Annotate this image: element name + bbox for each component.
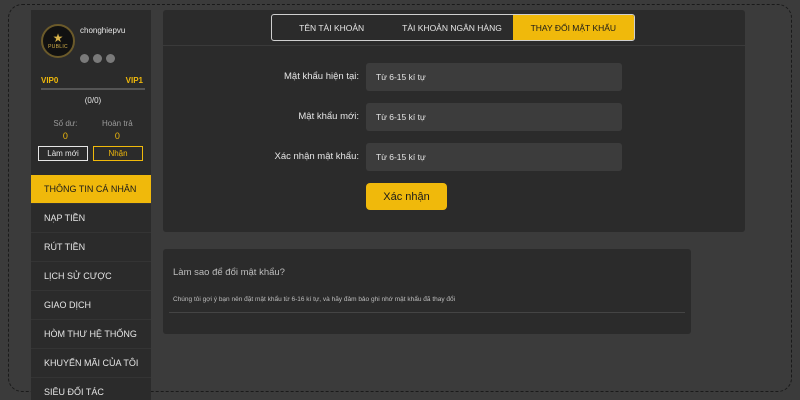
sidebar-item-withdraw[interactable]: RÚT TIỀN	[31, 233, 151, 262]
sidebar: ★ PUBLIC chonghiepvu VIP0 VIP1 (0/0) Số …	[31, 10, 151, 400]
rebate: Hoàn trả 0	[102, 119, 133, 141]
tab-bank-account[interactable]: TÀI KHOẢN NGÂN HÀNG	[391, 15, 512, 40]
sidebar-item-deposit[interactable]: NẠP TIỀN	[31, 204, 151, 233]
new-password-input[interactable]	[366, 103, 622, 131]
avatar-logo-text: PUBLIC	[48, 44, 68, 50]
sidebar-item-transactions[interactable]: GIAO DỊCH	[31, 291, 151, 320]
refresh-button[interactable]: Làm mới	[38, 146, 88, 161]
rebate-label: Hoàn trả	[101, 119, 133, 128]
balance: Số dư: 0	[53, 119, 77, 141]
claim-button[interactable]: Nhận	[93, 146, 143, 161]
rebate-value: 0	[114, 131, 120, 141]
sidebar-menu: THÔNG TIN CÁ NHÂN NẠP TIỀN RÚT TIỀN LỊCH…	[31, 175, 151, 400]
current-password-input[interactable]	[366, 63, 622, 91]
badge-icon[interactable]	[106, 54, 115, 63]
user-info: ★ PUBLIC chonghiepvu	[41, 24, 151, 64]
help-card: Làm sao để đổi mật khẩu? Chúng tôi gợi ý…	[163, 249, 691, 334]
balances: Số dư: 0 Hoàn trả 0	[41, 119, 145, 141]
current-password-label: Mật khẩu hiện tại:	[284, 71, 359, 82]
vip-progress-bar	[41, 88, 145, 90]
vip-current: VIP0	[41, 76, 59, 85]
sidebar-item-my-promotions[interactable]: KHUYẾN MÃI CỦA TÔI	[31, 349, 151, 378]
sidebar-item-bet-history[interactable]: LỊCH SỬ CƯỢC	[31, 262, 151, 291]
avatar: ★ PUBLIC	[41, 24, 75, 58]
tab-account-name[interactable]: TÊN TÀI KHOẢN	[272, 15, 391, 40]
new-password-label: Mật khẩu mới:	[298, 111, 359, 122]
submit-button[interactable]: Xác nhận	[366, 183, 447, 210]
balance-label: Số dư:	[53, 119, 78, 128]
new-password-row: Mật khẩu mới:	[163, 103, 745, 131]
confirm-password-input[interactable]	[366, 143, 622, 171]
badge-icon[interactable]	[93, 54, 102, 63]
password-card: TÊN TÀI KHOẢN TÀI KHOẢN NGÂN HÀNG THAY Đ…	[163, 10, 745, 232]
sidebar-item-super-partner[interactable]: SIÊU ĐỐI TÁC	[31, 378, 151, 400]
tab-change-password[interactable]: THAY ĐỔI MẬT KHẨU	[512, 15, 634, 40]
vip-progress-text: (0/0)	[84, 96, 102, 105]
vip-levels: VIP0 VIP1	[41, 76, 179, 85]
sidebar-item-system-mailbox[interactable]: HÒM THƯ HỆ THỐNG	[31, 320, 151, 349]
tabs-divider	[163, 45, 745, 46]
balance-value: 0	[62, 131, 68, 141]
account-tabs: TÊN TÀI KHOẢN TÀI KHOẢN NGÂN HÀNG THAY Đ…	[271, 14, 635, 41]
current-password-row: Mật khẩu hiện tại:	[163, 63, 745, 91]
confirm-password-row: Xác nhận mật khẩu:	[163, 143, 745, 171]
help-text: Chúng tôi gợi ý bạn nên đặt mật khẩu từ …	[173, 296, 456, 303]
username: chonghiepvu	[80, 26, 126, 35]
sidebar-item-personal-info[interactable]: THÔNG TIN CÁ NHÂN	[31, 175, 151, 204]
badge-icon[interactable]	[80, 54, 89, 63]
vip-next: VIP1	[125, 76, 143, 85]
user-badges	[80, 54, 115, 63]
balance-actions: Làm mới Nhận	[38, 146, 143, 161]
help-divider	[169, 312, 685, 313]
help-title: Làm sao để đổi mật khẩu?	[173, 267, 285, 278]
star-logo-icon: ★	[52, 31, 64, 45]
confirm-password-label: Xác nhận mật khẩu:	[274, 151, 360, 162]
